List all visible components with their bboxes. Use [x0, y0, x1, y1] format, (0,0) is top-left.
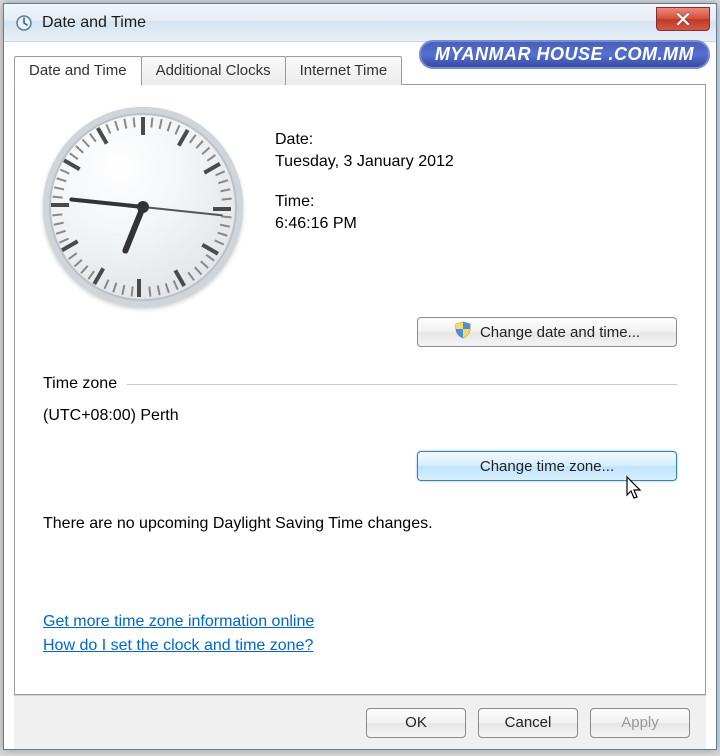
client-area: Date and Time Additional Clocks Internet… — [4, 42, 716, 749]
titlebar[interactable]: Date and Time — [4, 4, 716, 42]
time-label: Time: — [275, 193, 454, 211]
link-how-to-set[interactable]: How do I set the clock and time zone? — [43, 637, 313, 655]
dialog-footer: OK Cancel Apply — [14, 695, 706, 749]
change-date-time-button[interactable]: Change date and time... — [417, 317, 677, 347]
watermark-overlay: MYANMAR HOUSE .COM.MM — [419, 40, 710, 69]
datetime-icon — [14, 13, 34, 33]
analog-clock — [43, 107, 243, 307]
dst-note: There are no upcoming Daylight Saving Ti… — [43, 515, 677, 533]
timezone-value: (UTC+08:00) Perth — [43, 407, 677, 425]
tabpanel-date-and-time: Date: Tuesday, 3 January 2012 Time: 6:46… — [14, 84, 706, 695]
tab-date-and-time[interactable]: Date and Time — [14, 56, 142, 86]
uac-shield-icon — [454, 321, 472, 343]
tab-additional-clocks[interactable]: Additional Clocks — [141, 56, 286, 85]
link-more-tz-info[interactable]: Get more time zone information online — [43, 613, 314, 631]
close-button[interactable] — [656, 7, 710, 31]
cursor-icon — [625, 475, 645, 505]
window-title: Date and Time — [42, 14, 146, 32]
cancel-button[interactable]: Cancel — [478, 708, 578, 738]
ok-button[interactable]: OK — [366, 708, 466, 738]
timezone-section-header: Time zone — [43, 375, 677, 393]
date-label: Date: — [275, 131, 454, 149]
timezone-header-label: Time zone — [43, 375, 117, 393]
tab-internet-time[interactable]: Internet Time — [285, 56, 403, 85]
change-date-time-label: Change date and time... — [480, 324, 640, 341]
date-value: Tuesday, 3 January 2012 — [275, 153, 454, 171]
date-time-window: Date and Time MYANMAR HOUSE .COM.MM Date… — [3, 3, 717, 750]
time-value: 6:46:16 PM — [275, 215, 454, 233]
apply-button[interactable]: Apply — [590, 708, 690, 738]
